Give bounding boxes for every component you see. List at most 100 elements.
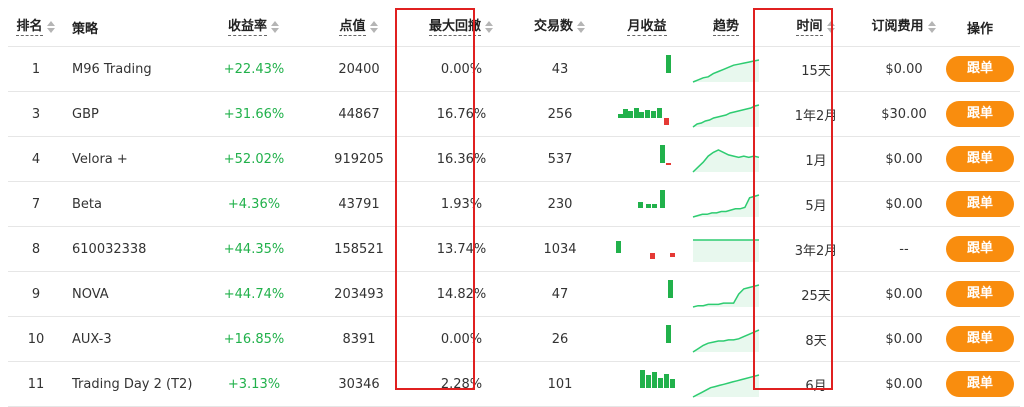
monthly-return-chart — [616, 241, 675, 259]
monthly-bar — [640, 370, 645, 388]
trend-sparkline — [692, 374, 760, 398]
sort-icon[interactable] — [369, 21, 379, 33]
follow-button[interactable]: 跟单 — [946, 281, 1014, 307]
table-row[interactable]: 10 AUX-3 +16.85% 8391 0.00% 26 8天 $0.00 跟单 — [8, 316, 1020, 362]
trades-value-cell: 1034 — [514, 226, 606, 272]
fee-value-cell: $30.00 — [868, 91, 940, 137]
header-time[interactable]: 时间 — [764, 8, 868, 47]
monthly-bar — [651, 111, 656, 118]
strategy-name[interactable]: NOVA — [72, 287, 109, 302]
time-value-cell: 1月 — [764, 136, 868, 182]
return-value-cell: +31.66% — [199, 91, 309, 137]
pips-value-cell: 919205 — [309, 136, 409, 182]
trades-value-cell: 537 — [514, 136, 606, 182]
rank-value: 8 — [31, 241, 41, 257]
sort-icon[interactable] — [46, 21, 56, 33]
follow-button[interactable]: 跟单 — [946, 236, 1014, 262]
table-row[interactable]: 7 Beta +4.36% 43791 1.93% 230 5月 $0.00 跟单 — [8, 181, 1020, 227]
monthly-bar — [658, 378, 663, 388]
trades-value: 256 — [547, 106, 573, 122]
header-time-label: 时间 — [796, 18, 823, 36]
return-value: +16.85% — [223, 331, 285, 347]
pips-value-cell: 20400 — [309, 46, 409, 92]
fee-value: $0.00 — [885, 376, 923, 392]
pips-value-cell: 44867 — [309, 91, 409, 137]
trend-sparkline — [692, 329, 760, 353]
monthly-bar — [657, 108, 662, 118]
strategy-name[interactable]: M96 Trading — [72, 62, 152, 77]
drawdown-value: 1.93% — [440, 196, 483, 212]
time-value-cell: 6月 — [764, 361, 868, 407]
header-return-label: 收益率 — [227, 18, 267, 36]
trend-chart-cell — [688, 181, 764, 227]
sort-icon[interactable] — [577, 21, 586, 33]
drawdown-value-cell: 0.00% — [409, 46, 514, 92]
table-row[interactable]: 3 GBP +31.66% 44867 16.76% 256 1年2月 $30.00 跟单 — [8, 91, 1020, 137]
pips-value: 203493 — [334, 286, 384, 302]
strategy-name-cell: GBP — [64, 91, 199, 137]
monthly-bar — [668, 280, 673, 298]
follow-button[interactable]: 跟单 — [946, 191, 1014, 217]
strategy-name[interactable]: Velora + — [72, 152, 128, 167]
time-value: 8天 — [805, 333, 827, 349]
drawdown-value: 0.00% — [440, 61, 483, 77]
follow-button-cell: 跟单 — [940, 91, 1020, 137]
header-fee-label: 订阅费用 — [871, 19, 924, 34]
pips-value: 919205 — [334, 151, 384, 167]
sort-icon[interactable] — [826, 21, 836, 33]
fee-value: -- — [899, 241, 909, 257]
return-value-cell: +52.02% — [199, 136, 309, 182]
header-trades[interactable]: 交易数 — [514, 8, 606, 47]
time-value: 5月 — [805, 198, 827, 214]
header-drawdown[interactable]: 最大回撤 — [409, 8, 514, 47]
strategy-name[interactable]: 610032338 — [72, 242, 146, 257]
monthly-bar — [628, 111, 633, 118]
header-pips[interactable]: 点值 — [309, 8, 409, 47]
drawdown-value: 16.76% — [436, 106, 487, 122]
sort-icon[interactable] — [927, 21, 937, 33]
table-row[interactable]: 1 M96 Trading +22.43% 20400 0.00% 43 15天 $0.00 跟… — [8, 46, 1020, 92]
sort-icon[interactable] — [485, 21, 494, 33]
table-row[interactable]: 4 Velora + +52.02% 919205 16.36% 537 1月 $0.00 跟单 — [8, 136, 1020, 182]
time-value: 1年2月 — [794, 108, 838, 124]
header-fee[interactable]: 订阅费用 — [868, 8, 940, 47]
follow-button[interactable]: 跟单 — [946, 326, 1014, 352]
rank-value-cell: 7 — [8, 181, 64, 227]
monthly-bar — [660, 190, 665, 208]
strategy-name[interactable]: Trading Day 2 (T2) — [72, 377, 192, 392]
header-pips-label: 点值 — [339, 18, 366, 36]
return-value-cell: +44.74% — [199, 271, 309, 317]
follow-button[interactable]: 跟单 — [946, 56, 1014, 82]
header-rank[interactable]: 排名 — [8, 8, 64, 47]
rank-value-cell: 1 — [8, 46, 64, 92]
strategy-name[interactable]: GBP — [72, 107, 99, 122]
follow-button[interactable]: 跟单 — [946, 101, 1014, 127]
drawdown-value-cell: 2.28% — [409, 361, 514, 407]
monthly-bar — [666, 55, 671, 73]
table-row[interactable]: 11 Trading Day 2 (T2) +3.13% 30346 2.28% 101 6… — [8, 361, 1020, 407]
monthly-chart-cell — [606, 136, 688, 182]
return-value: +3.13% — [227, 376, 281, 392]
rank-value-cell: 9 — [8, 271, 64, 317]
trend-chart-cell — [688, 46, 764, 92]
fee-value-cell: $0.00 — [868, 361, 940, 407]
follow-button[interactable]: 跟单 — [946, 146, 1014, 172]
trend-chart-cell — [688, 271, 764, 317]
return-value: +52.02% — [223, 151, 285, 167]
return-value-cell: +16.85% — [199, 316, 309, 362]
trades-value-cell: 26 — [514, 316, 606, 362]
follow-button[interactable]: 跟单 — [946, 371, 1014, 397]
strategy-name-cell: NOVA — [64, 271, 199, 317]
time-value: 1月 — [805, 153, 827, 169]
pips-value-cell: 8391 — [309, 316, 409, 362]
strategy-name[interactable]: Beta — [72, 197, 102, 212]
monthly-chart-cell — [606, 91, 688, 137]
table-row[interactable]: 9 NOVA +44.74% 203493 14.82% 47 25天 $0.00 跟单 — [8, 271, 1020, 317]
drawdown-value-cell: 16.36% — [409, 136, 514, 182]
rank-value-cell: 4 — [8, 136, 64, 182]
header-return[interactable]: 收益率 — [199, 8, 309, 47]
strategy-name[interactable]: AUX-3 — [72, 332, 112, 347]
monthly-bar — [646, 375, 651, 388]
table-row[interactable]: 8 610032338 +44.35% 158521 13.74% 1034 3年2月 -- 跟… — [8, 226, 1020, 272]
sort-icon[interactable] — [271, 21, 280, 33]
